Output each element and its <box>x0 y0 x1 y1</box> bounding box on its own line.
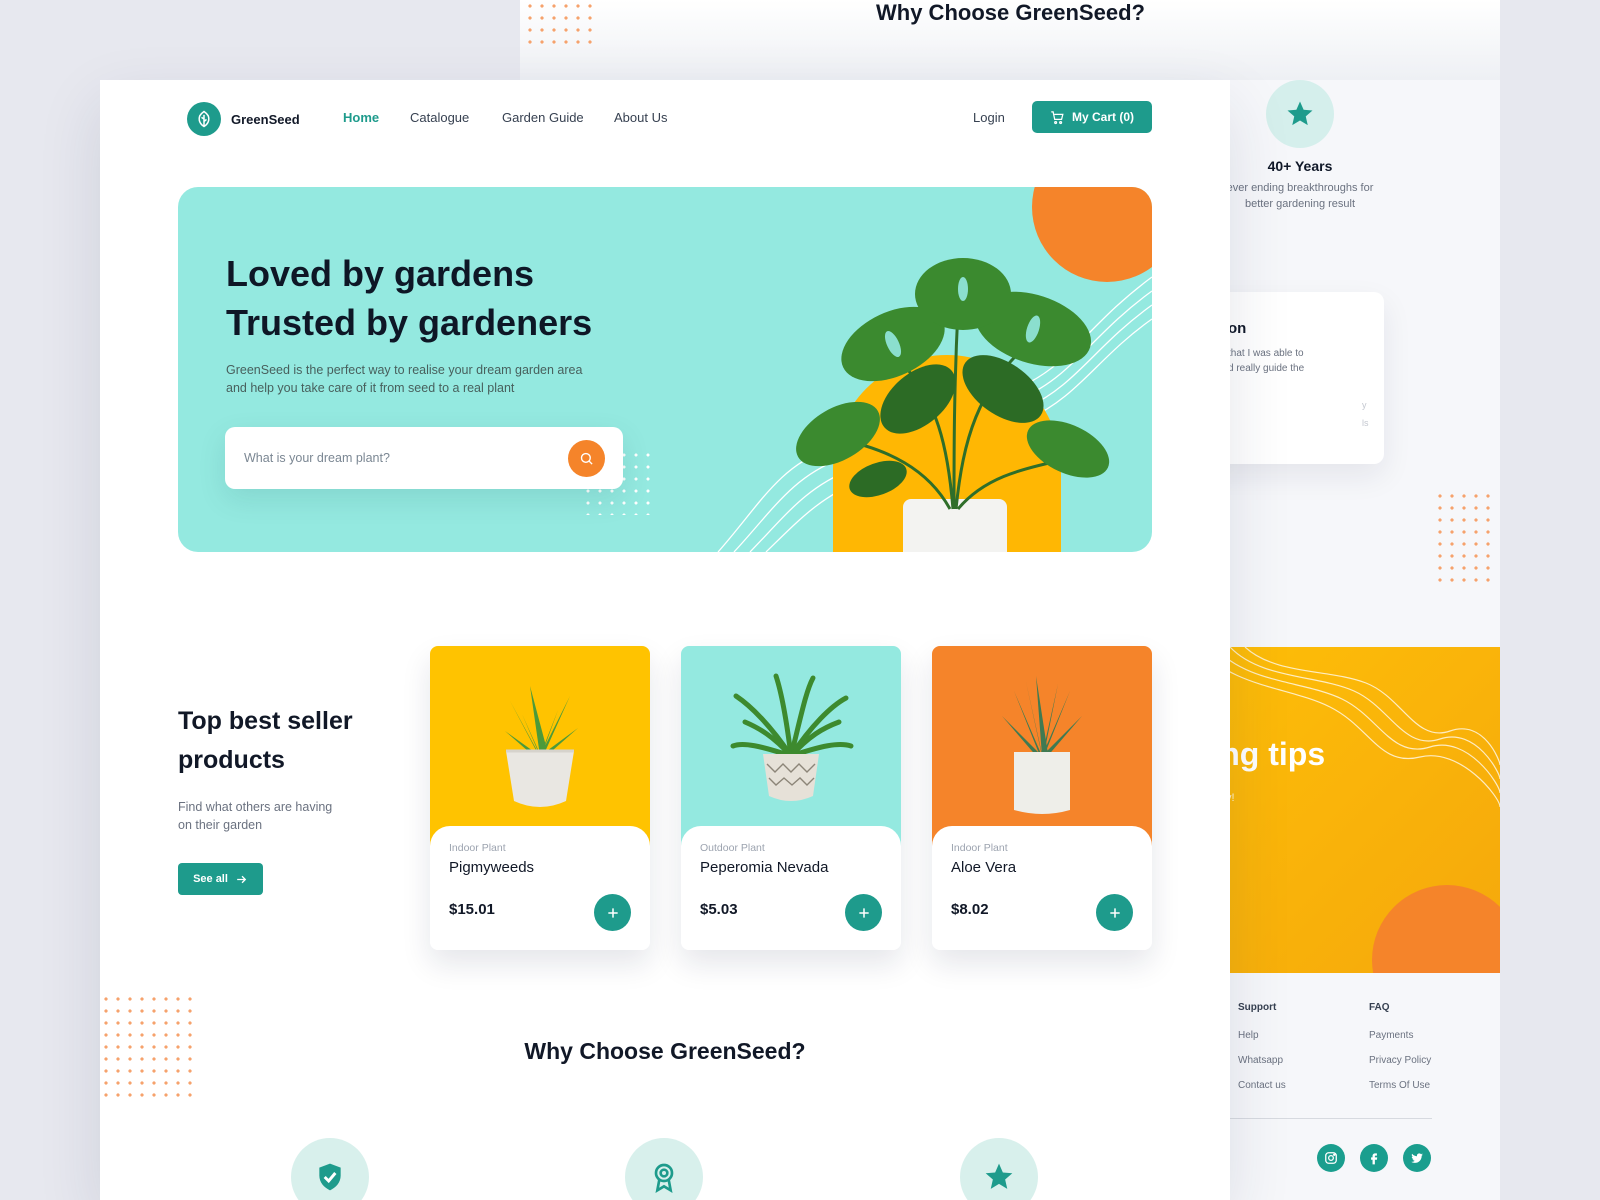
plus-icon <box>1109 907 1120 918</box>
best-seller-title: Top best seller products <box>178 702 353 780</box>
aloe-vera-plant-illustration <box>1002 676 1082 814</box>
product-info: Outdoor Plant Peperomia Nevada $5.03 <box>681 826 901 950</box>
shopping-cart-icon <box>1051 110 1064 124</box>
footer-column-faq: FAQ Payments Privacy Policy Terms Of Use <box>1369 995 1431 1098</box>
twitter-icon <box>1411 1153 1423 1163</box>
product-category: Indoor Plant <box>449 842 506 854</box>
years-badge <box>1266 80 1334 148</box>
twitter-button[interactable] <box>1403 1144 1431 1172</box>
search-button[interactable] <box>568 440 605 477</box>
dot-pattern <box>1434 490 1494 590</box>
star-icon <box>1287 101 1313 126</box>
product-name: Aloe Vera <box>951 859 1017 876</box>
product-image <box>932 646 1152 846</box>
instagram-button[interactable] <box>1317 1144 1345 1172</box>
years-description-line: better gardening result <box>1244 198 1356 210</box>
footer-column-support: Support Help Whatsapp Contact us <box>1238 995 1286 1098</box>
testimonial-text: that I was able to d really guide the <box>1228 346 1338 376</box>
best-seller-title-line: Top best seller <box>178 707 353 735</box>
add-to-cart-button[interactable] <box>845 894 882 931</box>
testimonial-line: d really guide the <box>1228 363 1305 374</box>
facebook-button[interactable] <box>1360 1144 1388 1172</box>
star-icon <box>985 1163 1013 1189</box>
product-card[interactable]: Indoor Plant Aloe Vera $8.02 <box>932 646 1152 950</box>
main-page: GreenSeed Home Catalogue Garden Guide Ab… <box>100 80 1230 1200</box>
peperomia-plant-illustration <box>730 673 854 801</box>
plus-icon <box>607 907 618 918</box>
brand-logo[interactable]: GreenSeed <box>187 102 300 136</box>
arrow-right-icon <box>237 875 247 883</box>
hero-title: Loved by gardens Trusted by gardeners <box>226 249 592 347</box>
product-card[interactable]: Indoor Plant Pigmyweeds $15.01 <box>430 646 650 950</box>
feature-icon-circle <box>625 1138 703 1200</box>
product-info: Indoor Plant Pigmyweeds $15.01 <box>430 826 650 950</box>
footer-link-contact[interactable]: Contact us <box>1238 1073 1286 1098</box>
plus-icon <box>858 907 869 918</box>
product-price: $15.01 <box>449 901 495 918</box>
footer-link-help[interactable]: Help <box>1238 1023 1286 1048</box>
nav-item-about-us[interactable]: About Us <box>614 110 667 125</box>
product-category: Outdoor Plant <box>700 842 765 854</box>
search-input[interactable] <box>225 427 555 489</box>
testimonial-title: on <box>1228 320 1247 337</box>
hero-banner: Loved by gardens Trusted by gardeners Gr… <box>178 187 1152 552</box>
see-all-button[interactable]: See all <box>178 863 263 895</box>
instagram-icon <box>1325 1152 1337 1164</box>
best-seller-title-line: products <box>178 746 285 774</box>
product-price: $8.02 <box>951 901 989 918</box>
nav-item-garden-guide[interactable]: Garden Guide <box>502 110 584 125</box>
years-description-line: ever ending breakthroughs for <box>1226 182 1374 194</box>
search-icon <box>580 452 593 465</box>
add-to-cart-button[interactable] <box>594 894 631 931</box>
product-info: Indoor Plant Aloe Vera $8.02 <box>932 826 1152 950</box>
best-seller-subtitle: Find what others are having on their gar… <box>178 800 333 832</box>
testimonial-faint-line: y <box>1362 400 1367 410</box>
succulent-plant-illustration <box>505 686 578 807</box>
footer-link-terms[interactable]: Terms Of Use <box>1369 1073 1431 1098</box>
footer-column-heading: FAQ <box>1369 1002 1390 1013</box>
product-name: Pigmyweeds <box>449 859 535 876</box>
add-to-cart-button[interactable] <box>1096 894 1133 931</box>
see-all-label: See all <box>193 873 228 885</box>
feature-icon-circle <box>960 1138 1038 1200</box>
product-card[interactable]: Outdoor Plant Peperomia Nevada $5.03 <box>681 646 901 950</box>
product-image <box>681 646 901 846</box>
years-title: 40+ Years <box>1267 158 1333 174</box>
facebook-icon <box>1371 1153 1378 1165</box>
login-link[interactable]: Login <box>973 110 1005 125</box>
product-category: Indoor Plant <box>951 842 1008 854</box>
background-page-title: Why Choose GreenSeed? <box>876 0 1145 25</box>
footer-link-whatsapp[interactable]: Whatsapp <box>1238 1048 1286 1073</box>
monstera-plant-illustration <box>796 258 1110 510</box>
shield-check-icon <box>319 1163 341 1191</box>
leaf-logo-icon <box>187 102 221 136</box>
hero-title-line: Loved by gardens <box>226 253 535 294</box>
dot-pattern <box>520 0 598 52</box>
award-ribbon-icon <box>654 1163 674 1193</box>
footer-column-heading: Support <box>1238 1002 1277 1013</box>
product-name: Peperomia Nevada <box>700 859 829 876</box>
my-cart-button[interactable]: My Cart (0) <box>1032 101 1152 133</box>
my-cart-label: My Cart (0) <box>1071 110 1134 124</box>
brand-name: GreenSeed <box>231 111 300 127</box>
product-price: $5.03 <box>700 901 738 918</box>
footer-link-payments[interactable]: Payments <box>1369 1023 1431 1048</box>
nav-item-catalogue[interactable]: Catalogue <box>410 110 469 125</box>
testimonial-line: that I was able to <box>1228 348 1304 359</box>
feature-icon-circle <box>291 1138 369 1200</box>
product-image <box>430 646 650 846</box>
hero-subtitle: GreenSeed is the perfect way to realise … <box>226 363 583 395</box>
hero-title-line: Trusted by gardeners <box>226 302 593 343</box>
testimonial-faint-text: y ls <box>1362 396 1382 432</box>
nav-item-home[interactable]: Home <box>343 110 379 125</box>
testimonial-faint-line: ls <box>1362 418 1369 428</box>
why-choose-title: Why Choose GreenSeed? <box>524 1038 806 1064</box>
years-description: ever ending breakthroughs for better gar… <box>1210 180 1390 212</box>
search-bar <box>225 427 623 489</box>
footer-link-privacy[interactable]: Privacy Policy <box>1369 1048 1431 1073</box>
